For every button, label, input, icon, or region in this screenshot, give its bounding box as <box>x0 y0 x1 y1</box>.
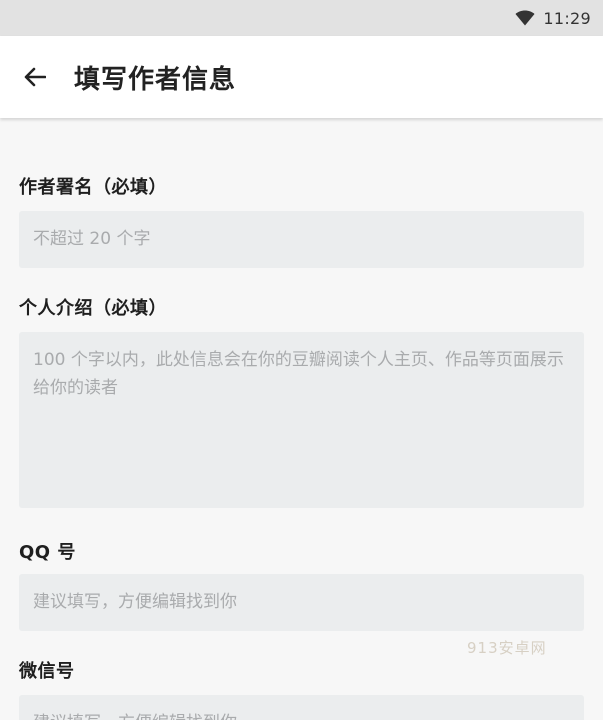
back-button[interactable] <box>20 62 50 92</box>
bio-label: 个人介绍（必填） <box>19 298 167 319</box>
pen-name-input[interactable]: 不超过 20 个字 <box>19 211 584 268</box>
watermark: 913安卓网 <box>467 639 547 657</box>
app-bar: 填写作者信息 <box>0 36 603 118</box>
status-bar: 11:29 <box>0 0 603 36</box>
arrow-left-icon <box>24 67 46 87</box>
bio-textarea[interactable]: 100 个字以内，此处信息会在你的豆瓣阅读个人主页、作品等页面展示给你的读者 <box>19 332 584 508</box>
qq-input[interactable]: 建议填写，方便编辑找到你 <box>19 574 584 631</box>
status-time: 11:29 <box>543 8 591 28</box>
wifi-icon <box>515 10 535 26</box>
pen-name-label: 作者署名（必填） <box>19 177 167 198</box>
wechat-label: 微信号 <box>19 661 75 682</box>
wechat-input[interactable]: 建议填写，方便编辑找到你 <box>19 695 584 720</box>
qq-label: QQ 号 <box>19 542 76 563</box>
author-info-form: 作者署名（必填） 不超过 20 个字 个人介绍（必填） 100 个字以内，此处信… <box>0 118 603 720</box>
page-title: 填写作者信息 <box>74 64 237 95</box>
